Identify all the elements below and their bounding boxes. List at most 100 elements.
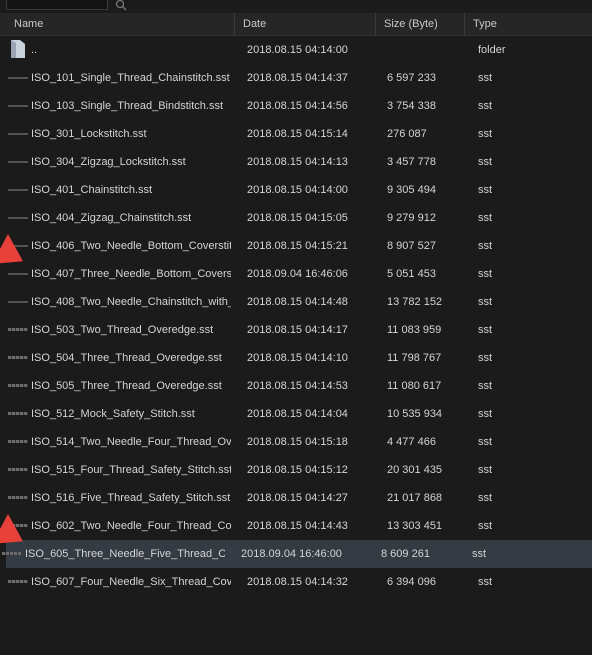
file-type: sst [478,520,493,532]
column-header-date[interactable]: Date [234,13,375,35]
file-size: 8 907 527 [387,240,436,252]
file-size [387,36,467,64]
stitch-icon [8,301,28,303]
file-name: .. [31,44,38,56]
file-date: 2018.08.15 04:14:32 [247,576,348,588]
file-name: ISO_101_Single_Thread_Chainstitch.sst [31,72,230,84]
file-size: 3 457 778 [387,156,436,168]
column-header-size[interactable]: Size (Byte) [375,13,464,35]
column-header-name[interactable]: Name [0,13,234,35]
file-size: 5 051 453 [387,268,436,280]
file-size: 11 080 617 [387,380,442,392]
file-size: 20 301 435 [387,464,443,476]
file-date: 2018.08.15 04:14:04 [247,408,348,420]
file-size: 21 017 868 [387,492,443,504]
file-name: ISO_607_Four_Needle_Six_Thread_Cove [31,576,231,588]
file-type: sst [478,72,493,84]
overedge-icon [8,580,28,583]
file-type: sst [478,268,493,280]
file-type: sst [478,184,493,196]
file-row[interactable]: ISO_607_Four_Needle_Six_Thread_Cove 2018.… [0,568,592,596]
file-date: 2018.09.04 16:46:06 [247,268,348,280]
file-size: 3 754 338 [387,100,436,112]
file-row[interactable]: ISO_401_Chainstitch.sst 2018.08.15 04:14:… [0,176,592,204]
file-size: 10 535 934 [387,408,443,420]
file-row[interactable]: ISO_408_Two_Needle_Chainstitch_with_C 201… [0,288,592,316]
file-date: 2018.09.04 16:46:00 [241,548,342,560]
file-row[interactable]: ISO_103_Single_Thread_Bindstitch.sst 2018… [0,92,592,120]
file-list: .. 2018.08.15 04:14:00 folder ISO_101_Singl… [0,36,592,596]
parent-folder-row[interactable]: .. 2018.08.15 04:14:00 folder [0,36,592,64]
file-type: sst [478,212,493,224]
file-row[interactable]: ISO_605_Three_Needle_Five_Thread_Co 2018.… [2,540,592,568]
stitch-icon [8,217,28,219]
file-size: 6 394 096 [387,576,436,588]
file-row[interactable]: ISO_516_Five_Thread_Safety_Stitch.sst 201… [0,484,592,512]
file-size: 6 597 233 [387,72,436,84]
file-name: ISO_516_Five_Thread_Safety_Stitch.sst [31,492,231,504]
file-row[interactable]: ISO_504_Three_Thread_Overedge.sst 2018.08… [0,344,592,372]
file-row[interactable]: ISO_101_Single_Thread_Chainstitch.sst 201… [0,64,592,92]
overedge-icon [8,440,28,443]
file-size: 4 477 466 [387,436,436,448]
file-type: sst [478,296,493,308]
file-name: ISO_512_Mock_Safety_Stitch.sst [31,408,195,420]
file-name: ISO_605_Three_Needle_Five_Thread_Co [25,548,225,560]
search-icon[interactable] [115,0,127,11]
file-row[interactable]: ISO_404_Zigzag_Chainstitch.sst 2018.08.15… [0,204,592,232]
column-header-bar: Name Date Size (Byte) Type [0,13,592,36]
file-row[interactable]: ISO_304_Zigzag_Lockstitch.sst 2018.08.15 … [0,148,592,176]
file-size: 11 798 767 [387,352,442,364]
file-date: 2018.08.15 04:14:10 [247,352,348,364]
column-header-type[interactable]: Type [464,13,592,35]
file-type: sst [478,464,493,476]
search-input[interactable] [6,0,108,10]
file-size: 276 087 [387,128,427,140]
file-row[interactable]: ISO_512_Mock_Safety_Stitch.sst 2018.08.15… [0,400,592,428]
overedge-icon [8,384,28,387]
overedge-icon [8,328,28,331]
file-date: 2018.08.15 04:14:13 [247,156,348,168]
file-type: sst [478,156,493,168]
file-type: sst [478,324,493,336]
file-name: ISO_503_Two_Thread_Overedge.sst [31,324,214,336]
stitch-icon [8,133,28,135]
file-date: 2018.08.15 04:15:18 [247,436,348,448]
file-date: 2018.08.15 04:14:00 [247,44,348,56]
overedge-icon [8,412,28,415]
file-row[interactable]: ISO_515_Four_Thread_Safety_Stitch.sst 201… [0,456,592,484]
file-type: sst [478,492,493,504]
file-name: ISO_406_Two_Needle_Bottom_Coverstitc [31,240,231,252]
file-row[interactable]: ISO_406_Two_Needle_Bottom_Coverstitc 2018… [0,232,592,260]
file-type: sst [478,240,493,252]
file-row[interactable]: ISO_503_Two_Thread_Overedge.sst 2018.08.1… [0,316,592,344]
file-type: sst [472,548,487,560]
file-size: 9 305 494 [387,184,436,196]
file-row[interactable]: ISO_301_Lockstitch.sst 2018.08.15 04:15:1… [0,120,592,148]
stitch-icon [8,161,28,163]
file-row[interactable]: ISO_505_Three_Thread_Overedge.sst 2018.08… [0,372,592,400]
file-type: sst [478,100,493,112]
file-date: 2018.08.15 04:15:12 [247,464,348,476]
file-name: ISO_301_Lockstitch.sst [31,128,147,140]
folder-icon [11,40,25,58]
file-row[interactable]: ISO_514_Two_Needle_Four_Thread_Ove 2018.0… [0,428,592,456]
stitch-icon [8,77,28,79]
file-type: sst [478,436,493,448]
file-date: 2018.08.15 04:15:14 [247,128,348,140]
file-row[interactable]: ISO_602_Two_Needle_Four_Thread_Cov 2018.0… [0,512,592,540]
file-type: sst [478,408,493,420]
file-date: 2018.08.15 04:14:37 [247,72,348,84]
file-size: 13 303 451 [387,520,443,532]
file-name: ISO_103_Single_Thread_Bindstitch.sst [31,100,224,112]
file-size: 8 609 261 [381,548,430,560]
file-name: ISO_504_Three_Thread_Overedge.sst [31,352,222,364]
file-size: 9 279 912 [387,212,436,224]
file-row[interactable]: ISO_407_Three_Needle_Bottom_Coverst 2018.… [0,260,592,288]
file-date: 2018.08.15 04:14:53 [247,380,348,392]
file-date: 2018.08.15 04:14:00 [247,184,348,196]
file-name: ISO_304_Zigzag_Lockstitch.sst [31,156,186,168]
file-size: 13 782 152 [387,296,443,308]
file-name: ISO_407_Three_Needle_Bottom_Coverst [31,268,231,280]
stitch-icon [8,105,28,107]
